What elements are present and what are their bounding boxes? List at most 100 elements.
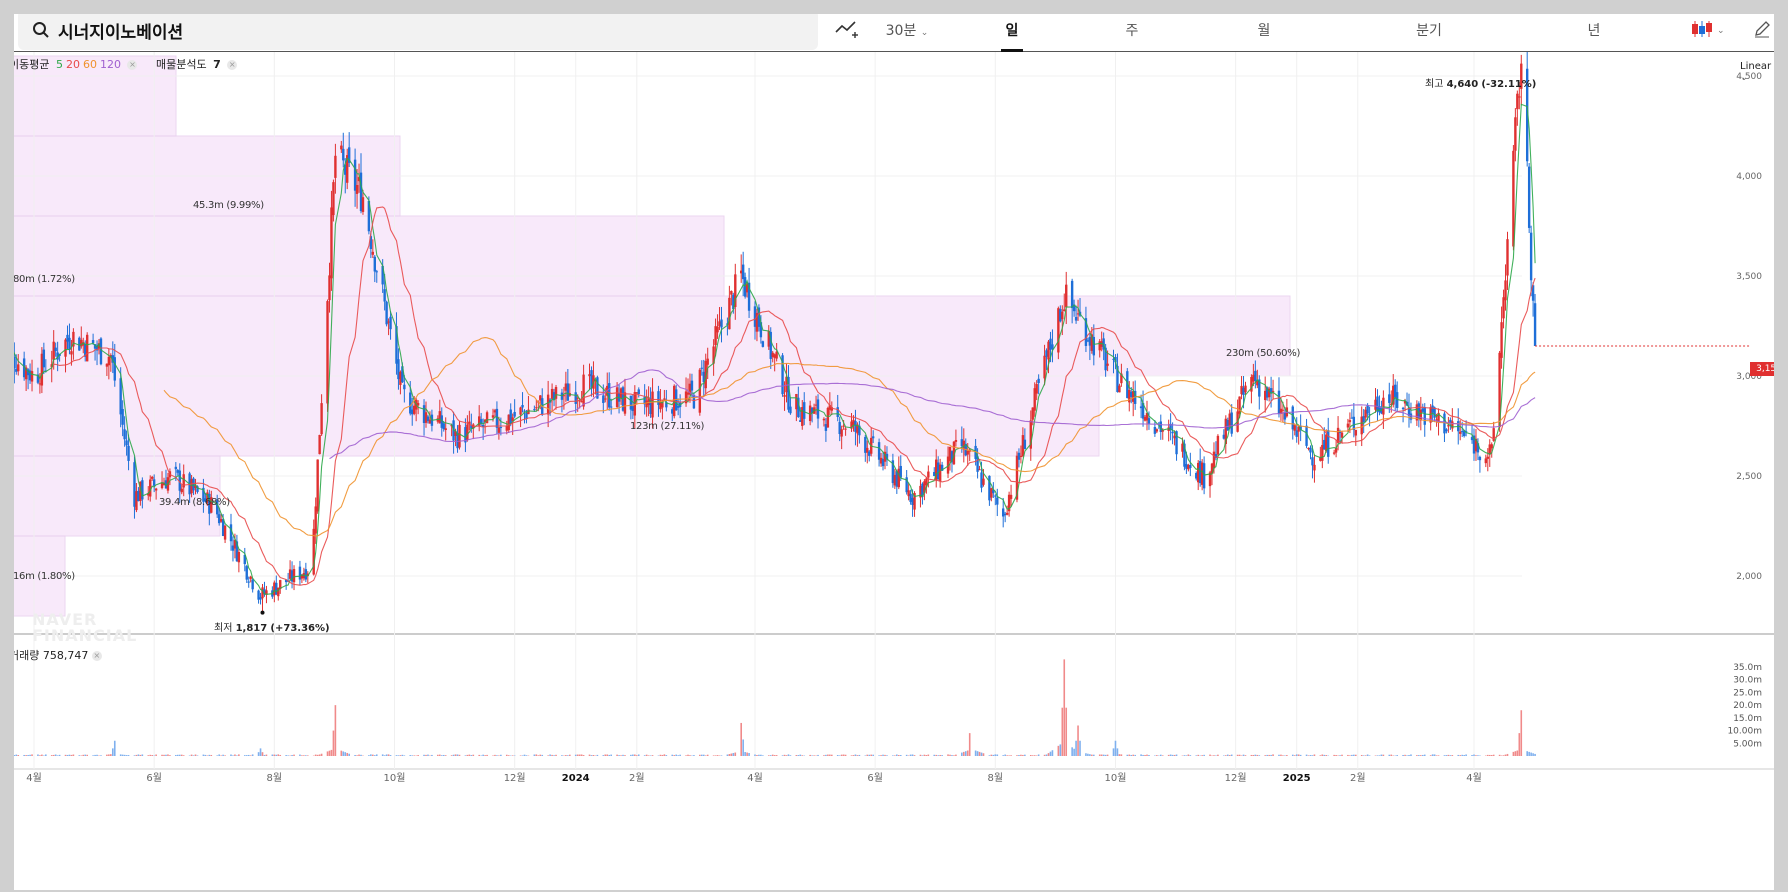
- candle-body: [1254, 370, 1257, 382]
- volume-profile-close-icon[interactable]: ×: [227, 60, 238, 70]
- volume-bar: [1376, 755, 1379, 756]
- volume-bar: [358, 754, 360, 756]
- volume-bar: [326, 751, 329, 756]
- volume-bar: [125, 755, 128, 756]
- period-month[interactable]: 월: [1244, 20, 1284, 40]
- candle-body: [1514, 117, 1517, 151]
- candle-body: [1516, 93, 1519, 110]
- volume-bar: [1504, 754, 1507, 756]
- volume-bar: [864, 755, 867, 756]
- volume-bar: [1230, 754, 1233, 756]
- volume-bar: [1140, 754, 1142, 756]
- period-quarter[interactable]: 분기: [1404, 20, 1454, 40]
- volume-bar: [344, 752, 347, 756]
- candle-body: [466, 424, 469, 440]
- volume-bar: [746, 752, 748, 756]
- volume-bar: [1085, 753, 1087, 756]
- volume-bar: [285, 755, 287, 756]
- candle-body: [499, 426, 503, 428]
- candle-body: [1311, 457, 1314, 466]
- volume-bar: [758, 754, 760, 756]
- volume-bar: [468, 754, 471, 756]
- pencil-icon[interactable]: [1752, 18, 1772, 40]
- volume-bar: [897, 754, 900, 756]
- volume-bar: [251, 754, 254, 756]
- candle-body: [651, 391, 654, 418]
- volume-bar: [941, 755, 943, 756]
- volume-bar: [1388, 754, 1391, 756]
- volume-bar: [1120, 754, 1123, 756]
- scale-mode-toggle[interactable]: Linear ⌄: [1740, 61, 1774, 83]
- ma-period-5: 5: [55, 58, 63, 71]
- search-icon: [33, 22, 49, 38]
- volume-bar: [637, 754, 640, 756]
- volume-bar: [54, 754, 57, 756]
- volume-bar: [620, 755, 622, 756]
- volume-bar: [537, 755, 540, 756]
- chart-canvas[interactable]: 4월 6월 8월 10월 12월 2024 2월 4월 6월 8월 10월 12월 2025 2월 4월 4,…: [14, 14, 1774, 890]
- low-annotation: 최저 1,817 (+73.36%): [214, 623, 330, 634]
- stock-search-box[interactable]: 시너지이노베이션: [18, 14, 818, 50]
- volume-bar: [582, 755, 585, 756]
- period-week[interactable]: 주: [1112, 20, 1152, 40]
- volume-bar: [919, 754, 922, 756]
- candle-body: [1230, 412, 1233, 434]
- volume-axis-label: 30.0m: [1733, 676, 1762, 686]
- volume-bar: [1390, 754, 1393, 756]
- candle-body: [121, 409, 124, 425]
- top-toolbar: 시너지이노베이션 30분 ⌄ 일 주 월 분기 년 ⌄: [14, 14, 1774, 52]
- volume-legend: 거래량 758,747 ×: [14, 647, 102, 663]
- volume-bar: [486, 754, 488, 756]
- candle-body: [249, 576, 252, 579]
- volume-bar: [935, 754, 938, 756]
- volume-bar: [1380, 754, 1383, 756]
- volume-bar: [754, 754, 756, 756]
- volume-bar: [588, 754, 591, 756]
- candlestick-type-icon[interactable]: ⌄: [1690, 18, 1726, 40]
- volume-bar: [409, 755, 412, 756]
- volume-bar: [247, 754, 250, 756]
- period-30min[interactable]: 30분 ⌄: [882, 20, 932, 40]
- candle-body: [1005, 512, 1009, 515]
- volume-bar: [905, 754, 908, 756]
- volume-bar: [1353, 754, 1355, 756]
- volume-bar: [249, 755, 252, 756]
- volume-bar: [1323, 754, 1326, 756]
- volume-bar: [165, 754, 167, 756]
- volume-bar: [151, 755, 153, 756]
- volume-bar: [137, 754, 140, 756]
- volume-bar: [216, 755, 219, 756]
- volume-bar: [1037, 754, 1040, 756]
- indicator-add-icon[interactable]: [834, 18, 860, 40]
- candle-body: [361, 197, 365, 212]
- volume-bar: [1293, 755, 1296, 756]
- volume-bar: [823, 755, 825, 756]
- volume-bar: [899, 755, 902, 756]
- time-axis-label: 8월: [988, 772, 1004, 784]
- volume-bar: [700, 754, 703, 756]
- volume-bar: [630, 754, 632, 756]
- volume-bar: [1114, 740, 1117, 756]
- ma-close-icon[interactable]: ×: [127, 60, 138, 70]
- period-year[interactable]: 년: [1574, 20, 1614, 40]
- price-axis-label: 2,000: [1736, 572, 1762, 582]
- period-day[interactable]: 일: [992, 20, 1032, 40]
- volume-bar: [951, 755, 953, 756]
- volume-bar: [220, 755, 222, 756]
- volume-bar: [663, 754, 666, 756]
- volume-bar: [521, 755, 524, 756]
- candle-body: [840, 429, 843, 437]
- volume-bar: [1311, 755, 1314, 756]
- candle-body: [1445, 429, 1448, 432]
- volume-bar: [923, 754, 926, 756]
- volume-bar: [1429, 755, 1432, 756]
- volume-bar: [373, 755, 376, 756]
- volume-close-icon[interactable]: ×: [91, 651, 102, 661]
- candle-body: [70, 351, 73, 355]
- volume-bar: [744, 752, 746, 756]
- volume-bar: [1333, 754, 1335, 756]
- volume-axis-label: 35.0m: [1733, 663, 1762, 673]
- volume-bar: [194, 754, 197, 756]
- candle-body: [533, 409, 536, 411]
- volume-bar: [58, 754, 61, 756]
